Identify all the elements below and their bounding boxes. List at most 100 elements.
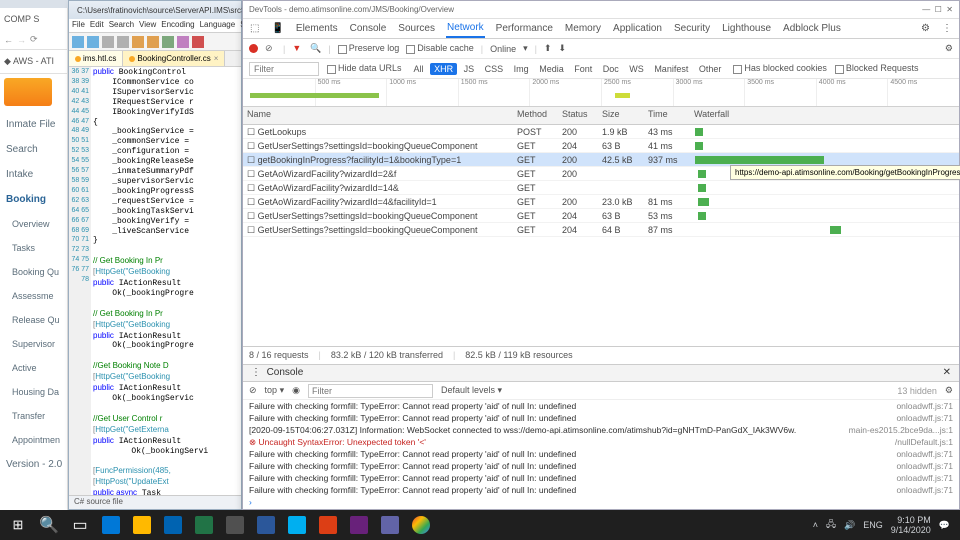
record-icon[interactable]	[249, 44, 258, 53]
network-icon[interactable]: 🖧	[826, 517, 836, 533]
nav-item[interactable]: Version - 2.0	[0, 452, 68, 477]
console-filter-input[interactable]	[308, 384, 433, 398]
console-drawer-header[interactable]: ⋮ Console ✕	[243, 364, 959, 382]
console-log[interactable]: Failure with checking formfill: TypeErro…	[243, 412, 959, 424]
network-filters[interactable]: Hide data URLs All XHR JS CSS Img Media …	[243, 59, 959, 79]
timeline-overview[interactable]: 500 ms1000 ms1500 ms2000 ms2500 ms3000 m…	[243, 79, 959, 107]
chevron-down-icon[interactable]: ▾	[523, 43, 528, 54]
devtools-tab-console[interactable]: Console	[349, 20, 388, 37]
nav-item[interactable]: Housing Da	[0, 380, 68, 404]
editor-menu[interactable]: FileEditSearchViewEncodingLanguageSe	[69, 19, 241, 33]
nav-item[interactable]: Transfer	[0, 404, 68, 428]
nav-item[interactable]: Inmate File	[0, 112, 68, 137]
notifications-icon[interactable]: 💬	[939, 520, 950, 531]
device-icon[interactable]: 📱	[270, 20, 284, 37]
bookmark-aws[interactable]: AWS - ATI	[13, 56, 54, 66]
devtools-tab-adblock plus[interactable]: Adblock Plus	[782, 20, 842, 37]
volume-icon[interactable]: 🔊	[844, 520, 855, 531]
taskbar-app[interactable]	[376, 513, 404, 537]
console-log[interactable]: [2020-09-15T04:06:27.031Z] Information: …	[243, 424, 959, 436]
close-icon[interactable]: ✕	[946, 5, 953, 14]
taskbar-app[interactable]	[190, 513, 218, 537]
filter-img[interactable]: Img	[510, 63, 533, 75]
filter-other[interactable]: Other	[695, 63, 726, 75]
gear-icon[interactable]: ⚙	[945, 43, 953, 54]
request-row[interactable]: ☐ GetUserSettings?settingsId=bookingQueu…	[243, 223, 959, 237]
throttle-select[interactable]: Online	[490, 44, 516, 54]
context-select[interactable]: top ▾	[265, 385, 285, 396]
language-indicator[interactable]: ENG	[863, 520, 883, 530]
download-icon[interactable]: ⬇	[559, 43, 567, 54]
filter-icon[interactable]: ▼	[292, 43, 303, 54]
devtools-tab-security[interactable]: Security	[673, 20, 711, 37]
tab-ims[interactable]: ims.htl.cs	[69, 51, 123, 66]
console-toggle-icon[interactable]: ⋮	[251, 367, 261, 378]
windows-taskbar[interactable]: ⊞ 🔍 ▭ ˄ 🖧 🔊 ENG 9:10 PM 9/14/2020 💬	[0, 510, 960, 540]
filter-css[interactable]: CSS	[481, 63, 508, 75]
back-icon[interactable]: ←	[4, 35, 13, 45]
console-toolbar[interactable]: ⊘ top ▾ ◉ Default levels ▾ 13 hidden ⚙	[243, 382, 959, 400]
console-log[interactable]: Failure with checking formfill: TypeErro…	[243, 400, 959, 412]
request-row[interactable]: ☐ GetUserSettings?settingsId=bookingQueu…	[243, 209, 959, 223]
reload-icon[interactable]: ⟳	[30, 34, 38, 45]
tray-chevron-icon[interactable]: ˄	[813, 520, 818, 530]
nav-item[interactable]: Intake	[0, 162, 68, 187]
code-area[interactable]: public BookingControl ICommonService co …	[91, 67, 241, 495]
console-log[interactable]: Failure with checking formfill: TypeErro…	[243, 448, 959, 460]
devtools-tab-performance[interactable]: Performance	[495, 20, 554, 37]
filter-js[interactable]: JS	[460, 63, 479, 75]
taskbar-app[interactable]	[252, 513, 280, 537]
console-body[interactable]: Failure with checking formfill: TypeErro…	[243, 400, 959, 509]
console-log[interactable]: Failure with checking formfill: TypeErro…	[243, 484, 959, 496]
task-view-icon[interactable]: ▭	[66, 513, 94, 537]
tab-bookingcontroller[interactable]: BookingController.cs ×	[123, 51, 225, 66]
minimize-icon[interactable]: —	[922, 5, 930, 14]
start-button[interactable]: ⊞	[4, 513, 32, 537]
filter-media[interactable]: Media	[535, 63, 568, 75]
tab-label[interactable]: COMP S	[0, 8, 67, 30]
devtools-tab-sources[interactable]: Sources	[397, 20, 436, 37]
levels-select[interactable]: Default levels ▾	[441, 385, 502, 396]
console-log[interactable]: Failure with checking formfill: TypeErro…	[243, 460, 959, 472]
taskbar-app[interactable]	[407, 513, 435, 537]
network-header[interactable]: Name Method Status Size Time Waterfall	[243, 107, 959, 125]
nav-item[interactable]: Active	[0, 356, 68, 380]
nav-item[interactable]: Appointmen	[0, 428, 68, 452]
console-log[interactable]: ⊗ Uncaught SyntaxError: Unexpected token…	[243, 436, 959, 448]
filter-font[interactable]: Font	[570, 63, 596, 75]
request-row[interactable]: ☐ GetAoWizardFacility?wizardId=14&GET	[243, 181, 959, 195]
taskbar-app[interactable]	[283, 513, 311, 537]
search-icon[interactable]: 🔍	[35, 513, 63, 537]
devtools-tab-network[interactable]: Network	[446, 19, 485, 38]
clock-date[interactable]: 9/14/2020	[891, 525, 931, 535]
gear-icon[interactable]: ⚙	[920, 20, 931, 37]
taskbar-app[interactable]	[221, 513, 249, 537]
filter-input[interactable]	[249, 62, 319, 76]
nav-item[interactable]: Release Qu	[0, 308, 68, 332]
close-icon[interactable]: ✕	[943, 367, 951, 379]
clock-time[interactable]: 9:10 PM	[897, 515, 931, 525]
request-row[interactable]: ☐ GetUserSettings?settingsId=bookingQueu…	[243, 139, 959, 153]
nav-item[interactable]: Booking Qu	[0, 260, 68, 284]
nav-item[interactable]: Supervisor	[0, 332, 68, 356]
forward-icon[interactable]: →	[17, 35, 26, 45]
system-tray[interactable]: ˄ 🖧 🔊 ENG 9:10 PM 9/14/2020 💬	[813, 515, 956, 535]
menu-icon[interactable]: ⋮	[941, 20, 953, 37]
clear-console-icon[interactable]: ⊘	[249, 385, 257, 396]
request-row[interactable]: ☐ GetAoWizardFacility?wizardId=2&fGET200…	[243, 167, 959, 181]
eye-icon[interactable]: ◉	[292, 385, 300, 396]
devtools-tab-application[interactable]: Application	[612, 20, 663, 37]
search-icon[interactable]: 🔍	[310, 43, 321, 54]
clear-icon[interactable]: ⊘	[265, 43, 276, 54]
nav-item[interactable]: Assessme	[0, 284, 68, 308]
taskbar-app[interactable]	[159, 513, 187, 537]
filter-doc[interactable]: Doc	[599, 63, 623, 75]
gear-icon[interactable]: ⚙	[945, 385, 953, 396]
taskbar-app[interactable]	[97, 513, 125, 537]
inspect-icon[interactable]: ⬚	[249, 20, 260, 37]
devtools-tab-memory[interactable]: Memory	[564, 20, 602, 37]
request-row[interactable]: ☐ GetLookupsPOST2001.9 kB43 ms	[243, 125, 959, 139]
devtools-tab-lighthouse[interactable]: Lighthouse	[721, 20, 772, 37]
close-icon[interactable]: ×	[214, 54, 219, 63]
console-log[interactable]: Failure with checking formfill: TypeErro…	[243, 472, 959, 484]
